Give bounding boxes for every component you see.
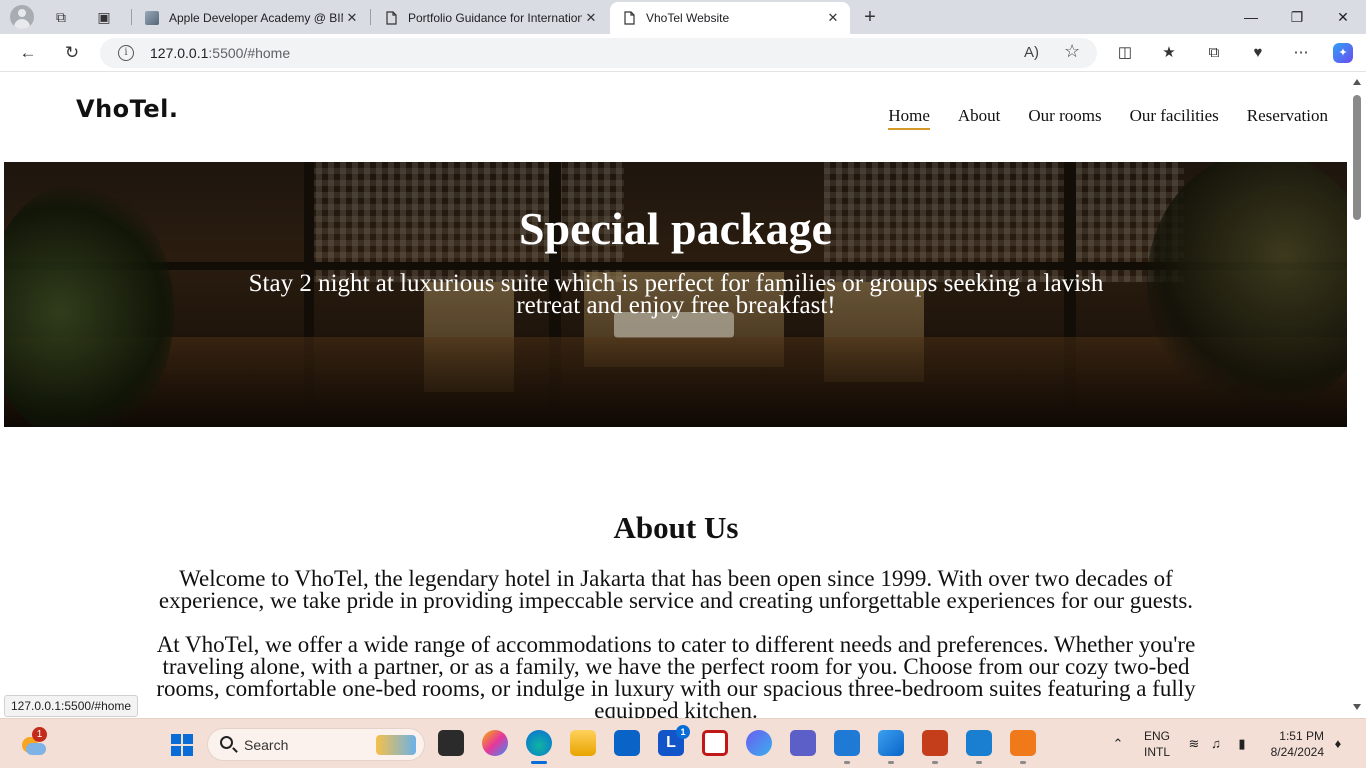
site-info-icon[interactable]: i (118, 45, 134, 61)
browser-tab-bar: ⧉ ▣ Apple Developer Academy @ BINUS ✕ Po… (0, 0, 1366, 34)
nav-link-home[interactable]: Home (888, 106, 930, 130)
url-text[interactable]: 127.0.0.1:5500/#home (150, 45, 290, 61)
taskbar-search[interactable]: Search (207, 728, 425, 761)
academy-favicon-icon (145, 11, 159, 25)
edge-browser-icon[interactable] (526, 730, 552, 764)
hero-text: Stay 2 night at luxurious suite which is… (248, 270, 1104, 319)
vscode-icon[interactable] (966, 730, 992, 764)
nav-link-our-facilities[interactable]: Our facilities (1130, 106, 1219, 130)
app-icon[interactable] (746, 730, 772, 756)
copilot-icon[interactable]: ✦ (1333, 43, 1353, 63)
page-viewport: VhoTel. Home About Our rooms Our facilit… (4, 73, 1348, 718)
start-tile (171, 746, 181, 756)
page-icon (384, 11, 398, 25)
language-indicator[interactable]: ENG INTL (1144, 729, 1170, 759)
photos-icon[interactable] (878, 730, 904, 764)
tab-title: Portfolio Guidance for International (408, 11, 582, 25)
start-tile (183, 734, 193, 744)
more-menu-icon[interactable]: ⋯ (1291, 43, 1311, 63)
wifi-icon[interactable]: ≋ (1186, 736, 1202, 752)
tab-title: VhoTel Website (646, 11, 730, 25)
close-tab-icon[interactable]: ✕ (343, 10, 361, 26)
clock[interactable]: 1:51 PM 8/24/2024 (1266, 729, 1324, 759)
notification-badge: 1 (676, 725, 690, 739)
file-explorer-icon[interactable] (570, 730, 596, 756)
tab-portfolio-guidance[interactable]: Portfolio Guidance for International ✕ (372, 2, 608, 34)
split-screen-icon[interactable]: ◫ (1115, 43, 1135, 63)
xampp-icon[interactable] (1010, 730, 1036, 764)
favorites-icon[interactable]: ★ (1159, 43, 1179, 63)
show-hidden-icons-icon[interactable]: ⌃ (1110, 736, 1126, 752)
refresh-icon[interactable]: ↻ (61, 42, 83, 64)
new-tab-icon[interactable]: + (861, 7, 879, 27)
site-logo[interactable]: VhoTel. (76, 95, 178, 123)
nav-link-reservation[interactable]: Reservation (1247, 106, 1328, 130)
cloud-icon (26, 743, 46, 755)
nav-link-our-rooms[interactable]: Our rooms (1028, 106, 1101, 130)
profile-avatar-icon[interactable] (10, 5, 34, 29)
taskbar: 1 Search L1 ⌃ ENG INTL ≋ ♫ ▮ 1:51 PM 8/2… (0, 718, 1366, 768)
collections-icon[interactable]: ⧉ (1204, 43, 1224, 63)
scroll-down-icon[interactable] (1353, 704, 1361, 710)
about-paragraph: At VhoTel, we offer a wide range of acco… (156, 632, 1196, 718)
tab-vhotel-website[interactable]: VhoTel Website ✕ (610, 2, 850, 34)
nav-link-about[interactable]: About (958, 106, 1001, 130)
outlook-new-icon[interactable] (614, 730, 640, 756)
browser-essentials-icon[interactable]: ♥ (1248, 43, 1268, 63)
learn-app-icon[interactable]: L1 (658, 725, 690, 756)
page-icon (622, 11, 636, 25)
clock-time: 1:51 PM (1279, 729, 1324, 743)
start-tile (183, 746, 193, 756)
workspaces-icon[interactable]: ⧉ (52, 8, 70, 26)
search-highlight-icon (376, 735, 416, 755)
restore-icon[interactable]: ❐ (1274, 0, 1320, 34)
hero-title: Special package (518, 203, 833, 254)
read-aloud-icon[interactable]: A) (1024, 44, 1039, 61)
minimize-icon[interactable]: — (1228, 0, 1274, 34)
task-view-icon[interactable] (438, 730, 464, 756)
site-header: VhoTel. Home About Our rooms Our facilit… (4, 73, 1348, 162)
address-bar[interactable]: i 127.0.0.1:5500/#home A) ☆ (100, 38, 1097, 68)
tab-actions-icon[interactable]: ▣ (95, 8, 113, 26)
about-title: About Us (613, 510, 739, 545)
teams-icon[interactable] (790, 730, 816, 756)
powerpoint-icon[interactable] (922, 730, 948, 764)
back-icon[interactable]: ← (17, 42, 39, 64)
close-tab-icon[interactable]: ✕ (582, 10, 600, 26)
scrollbar-thumb[interactable] (1353, 95, 1361, 220)
tab-apple-developer-academy[interactable]: Apple Developer Academy @ BINUS ✕ (133, 2, 369, 34)
tab-title: Apple Developer Academy @ BINUS (169, 11, 343, 25)
clock-date: 8/24/2024 (1270, 745, 1324, 759)
page-scrollbar[interactable] (1348, 73, 1366, 718)
language-line: ENG (1144, 729, 1171, 743)
notepad-icon[interactable] (834, 730, 860, 764)
scroll-up-icon[interactable] (1353, 79, 1361, 85)
volume-icon[interactable]: ♫ (1208, 736, 1224, 752)
close-tab-icon[interactable]: ✕ (824, 10, 842, 26)
language-line: INTL (1144, 745, 1171, 759)
status-url: 127.0.0.1:5500/#home (4, 695, 139, 717)
weather-badge: 1 (32, 727, 47, 742)
favorite-star-icon[interactable]: ☆ (1064, 41, 1080, 62)
url-path: :5500/#home (208, 45, 291, 61)
close-window-icon[interactable]: ✕ (1320, 0, 1366, 34)
tab-separator (131, 9, 132, 25)
search-label: Search (244, 737, 289, 753)
search-icon (220, 736, 233, 749)
tab-separator (370, 9, 371, 25)
weather-widget-icon[interactable]: 1 (20, 727, 47, 757)
start-button-icon[interactable] (171, 734, 193, 756)
site-nav: Home About Our rooms Our facilities Rese… (888, 106, 1328, 130)
mcafee-icon[interactable] (702, 730, 728, 756)
url-host: 127.0.0.1 (150, 45, 209, 61)
notifications-bell-icon[interactable]: ♦ (1330, 736, 1346, 752)
copilot-app-icon[interactable] (482, 730, 508, 756)
address-toolbar: ← ↻ i 127.0.0.1:5500/#home A) ☆ ◫ ★ ⧉ ♥ … (0, 34, 1366, 72)
start-tile (171, 734, 181, 744)
battery-icon[interactable]: ▮ (1234, 736, 1250, 752)
about-paragraph: Welcome to VhoTel, the legendary hotel i… (158, 566, 1194, 613)
hero-banner: Special package Stay 2 night at luxuriou… (4, 162, 1347, 427)
